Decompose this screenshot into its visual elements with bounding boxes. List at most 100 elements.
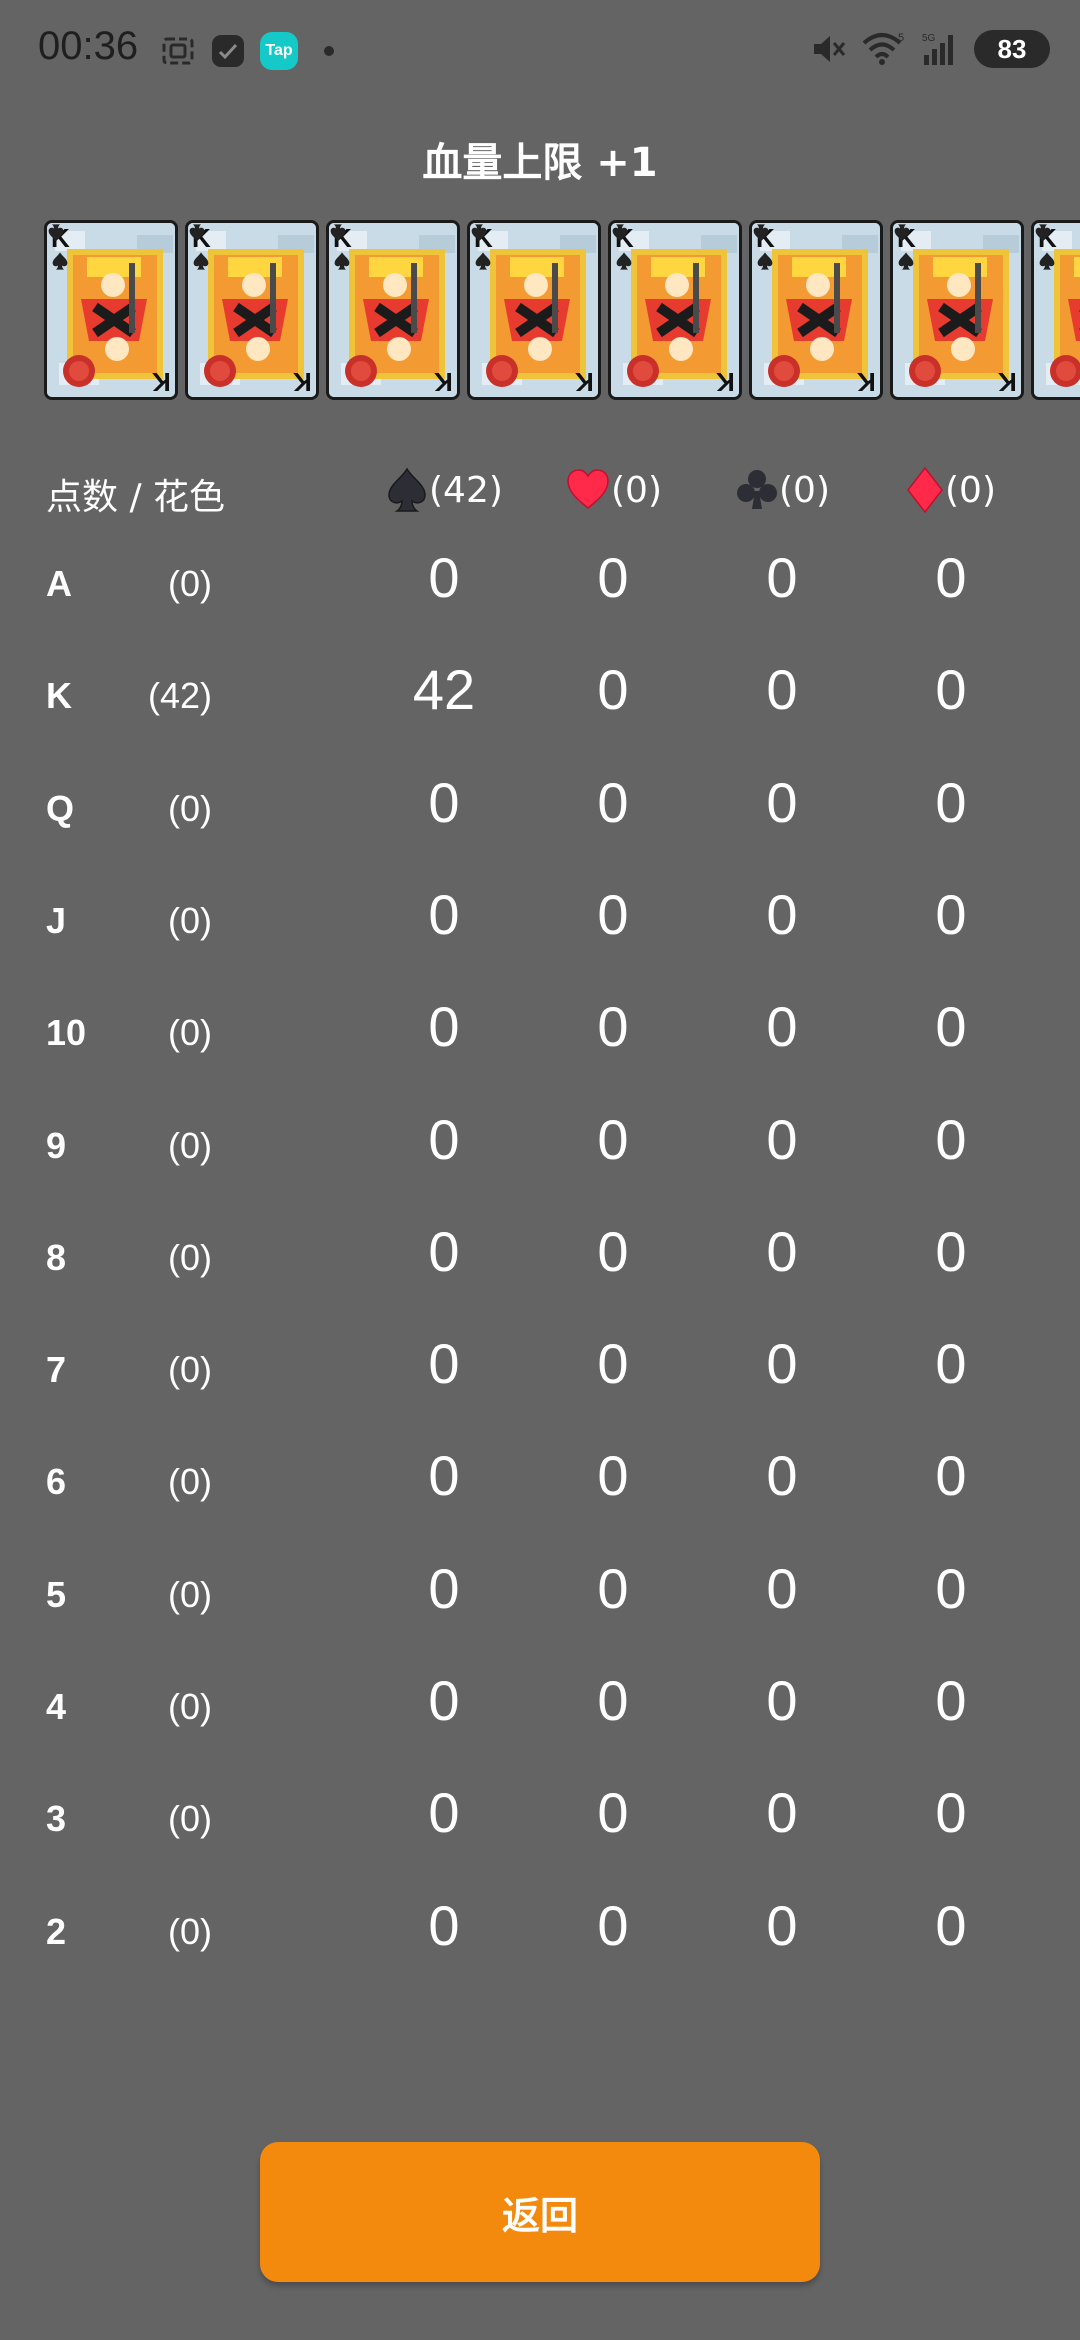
cell-club: 0 <box>766 1220 798 1283</box>
status-right-icons: 5 5G 83 <box>810 30 1050 68</box>
cell-club: 0 <box>766 771 798 834</box>
cell-club: 0 <box>766 1669 798 1732</box>
cell-heart: 0 <box>597 1220 629 1283</box>
rank-label: 3 <box>46 1798 67 1839</box>
cell-spade: 0 <box>428 1894 460 1957</box>
card-king-of-spades[interactable]: KK <box>1031 220 1080 400</box>
card-spade-icon-inverted <box>1035 224 1051 242</box>
diamond-count: (0) <box>945 469 996 511</box>
cell-spade: 0 <box>428 1108 460 1171</box>
table-row: J (0) 0 0 0 0 <box>0 874 1080 986</box>
rank-label: 9 <box>46 1125 67 1166</box>
status-bar: 00:36 Tap 5 5G 83 <box>0 0 1080 100</box>
wifi-icon: 5 <box>862 32 904 65</box>
rank-label: 10 <box>46 1012 87 1053</box>
rank-count: (0) <box>168 1574 212 1615</box>
card-king-of-spades[interactable]: KK <box>890 220 1024 400</box>
cell-diamond: 0 <box>935 1894 967 1957</box>
rank-label: 7 <box>46 1349 67 1390</box>
card-rank-label-inverted: K <box>293 367 312 397</box>
cell-heart: 0 <box>597 1669 629 1732</box>
cell-heart: 0 <box>597 1108 629 1171</box>
cell-heart: 0 <box>597 1332 629 1395</box>
card-king-of-spades[interactable]: KK <box>44 220 178 400</box>
cell-club: 0 <box>766 546 798 609</box>
cell-spade: 0 <box>428 546 460 609</box>
rank-count: (0) <box>168 1686 212 1727</box>
cell-diamond: 0 <box>935 1108 967 1171</box>
table-row: A (0) 0 0 0 0 <box>0 537 1080 649</box>
return-button[interactable]: 返回 <box>260 2142 820 2282</box>
suit-header-club: (0) <box>735 460 830 520</box>
rank-count: (0) <box>168 1911 212 1952</box>
card-rank-label-inverted: K <box>434 367 453 397</box>
cell-heart: 0 <box>597 1557 629 1620</box>
signal-5g-icon: 5G <box>922 33 953 65</box>
card-row[interactable]: KKKKKKKKKKKKKKKK <box>44 220 1080 406</box>
heart-count: (0) <box>611 469 662 511</box>
card-king-of-spades[interactable]: KK <box>467 220 601 400</box>
tap-app-icon: Tap <box>260 32 298 70</box>
cell-diamond: 0 <box>935 1557 967 1620</box>
table-row: 7 (0) 0 0 0 0 <box>0 1323 1080 1435</box>
cell-club: 0 <box>766 1781 798 1844</box>
cell-spade: 0 <box>428 771 460 834</box>
card-king-of-spades[interactable]: KK <box>749 220 883 400</box>
cell-diamond: 0 <box>935 546 967 609</box>
card-rank-label-inverted: K <box>857 367 876 397</box>
cell-heart: 0 <box>597 546 629 609</box>
rank-count: (0) <box>168 563 212 604</box>
cell-spade: 0 <box>428 1781 460 1844</box>
cell-diamond: 0 <box>935 1332 967 1395</box>
suit-header-heart: (0) <box>565 460 662 520</box>
cell-spade: 0 <box>428 995 460 1058</box>
rank-label: 4 <box>46 1686 67 1727</box>
card-rank-label-inverted: K <box>998 367 1017 397</box>
battery-icon: 83 <box>974 30 1050 68</box>
cell-heart: 0 <box>597 1781 629 1844</box>
rank-count: (0) <box>168 1125 212 1166</box>
table-row: 2 (0) 0 0 0 0 <box>0 1885 1080 1997</box>
cell-heart: 0 <box>597 658 629 721</box>
cell-club: 0 <box>766 1894 798 1957</box>
rank-count: (0) <box>168 1237 212 1278</box>
status-time: 00:36 <box>38 24 139 68</box>
card-spade-icon-inverted <box>612 224 628 242</box>
svg-text:5G: 5G <box>922 33 936 44</box>
card-spade-icon <box>334 252 350 270</box>
spade-icon <box>388 467 426 512</box>
rank-label: 8 <box>46 1237 67 1278</box>
rank-count: (42) <box>147 675 212 716</box>
table-row: 4 (0) 0 0 0 0 <box>0 1660 1080 1772</box>
table-row: 9 (0) 0 0 0 0 <box>0 1099 1080 1211</box>
rank-count: (0) <box>168 1349 212 1390</box>
cell-heart: 0 <box>597 771 629 834</box>
cell-club: 0 <box>766 995 798 1058</box>
rank-count: (0) <box>168 788 212 829</box>
table-row: Q (0) 0 0 0 0 <box>0 762 1080 874</box>
card-spade-icon <box>1039 252 1055 270</box>
svg-text:5: 5 <box>898 32 904 44</box>
card-spade-icon-inverted <box>753 224 769 242</box>
suit-header-diamond: (0) <box>905 460 996 520</box>
rank-count: (0) <box>168 1012 212 1053</box>
card-spade-icon <box>616 252 632 270</box>
spade-count: (42) <box>429 469 503 511</box>
card-king-of-spades[interactable]: KK <box>608 220 742 400</box>
club-icon <box>737 470 777 509</box>
card-king-of-spades[interactable]: KK <box>185 220 319 400</box>
cell-spade: 0 <box>428 1669 460 1732</box>
card-rank-label-inverted: K <box>152 367 171 397</box>
rank-label: Q <box>46 788 75 829</box>
cell-spade: 0 <box>428 1444 460 1507</box>
rank-count: (0) <box>168 1461 212 1502</box>
mute-icon <box>814 36 846 62</box>
card-spade-icon <box>193 252 209 270</box>
notification-dot-icon <box>324 46 334 56</box>
rank-label: 2 <box>46 1911 67 1952</box>
screenshot-icon <box>162 37 194 65</box>
card-spade-icon <box>52 252 68 270</box>
card-spade-icon-inverted <box>894 224 910 242</box>
page-title: 血量上限 +1 <box>422 140 658 186</box>
card-king-of-spades[interactable]: KK <box>326 220 460 400</box>
